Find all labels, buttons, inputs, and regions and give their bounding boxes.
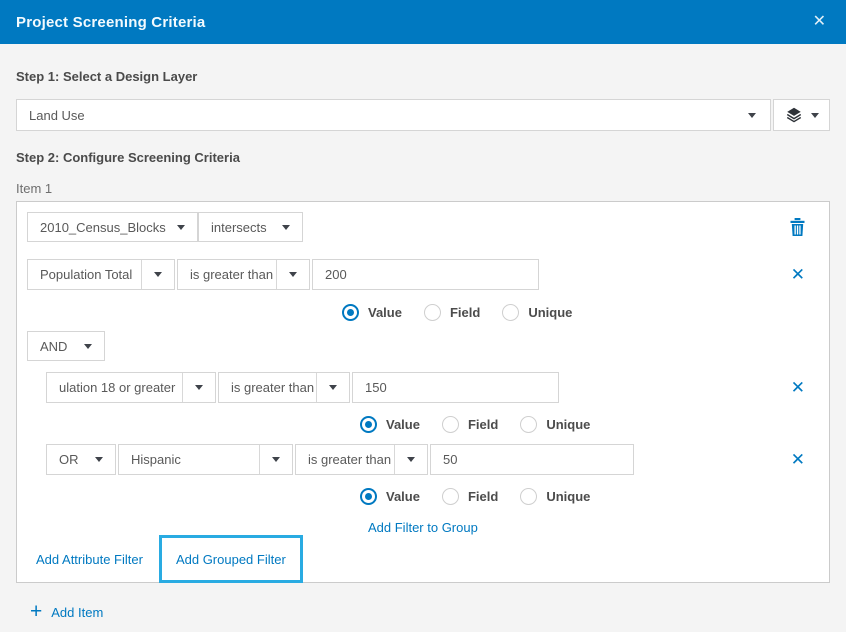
filter1-operator-select[interactable]: is greater than [177, 259, 310, 290]
chevron-down-icon [154, 272, 162, 277]
radio-field[interactable] [424, 304, 441, 321]
dialog-title: Project Screening Criteria [16, 14, 205, 31]
radio-field-label: Field [450, 305, 480, 320]
grouped-filter1-value-input[interactable] [352, 372, 559, 403]
grouped-filter2-logic-select[interactable]: OR [46, 444, 116, 475]
chevron-down-icon [195, 385, 203, 390]
grouped-filter1-row: ulation 18 or greater is greater than ✕ [27, 372, 819, 403]
grouped-filter2-field-select[interactable]: Hispanic [118, 444, 293, 475]
chevron-down-icon [811, 113, 819, 118]
delete-item-button[interactable] [790, 218, 805, 236]
radio-value[interactable] [360, 488, 377, 505]
grouped-filter2-logic-value: OR [47, 452, 95, 467]
remove-filter1-button[interactable]: ✕ [791, 266, 805, 283]
radio-unique-label: Unique [546, 489, 590, 504]
radio-field[interactable] [442, 416, 459, 433]
add-item-link[interactable]: Add Item [51, 605, 103, 620]
group-logic-row: AND [27, 331, 819, 361]
chevron-down-icon [329, 385, 337, 390]
layer-list-button[interactable] [773, 99, 830, 131]
grouped-filter2-operator-select[interactable]: is greater than [295, 444, 428, 475]
grouped-filter1-field-value: ulation 18 or greater [47, 380, 182, 395]
chevron-down-icon [748, 113, 756, 118]
step2-label: Step 2: Configure Screening Criteria [16, 150, 830, 165]
grouped-filter1-operator-value: is greater than [219, 380, 316, 395]
grouped-filter2-row: OR Hispanic is greater than ✕ [27, 444, 819, 475]
add-filter-to-group-row: Add Filter to Group [368, 519, 819, 535]
filter-actions-row: Add Attribute Filter Add Grouped Filter [27, 535, 819, 583]
filter1-operator-value: is greater than [178, 267, 276, 282]
radio-unique[interactable] [520, 416, 537, 433]
add-attribute-filter-link[interactable]: Add Attribute Filter [36, 552, 143, 567]
filter1-value-type-group: Value Field Unique [342, 303, 819, 321]
dialog-header: Project Screening Criteria ✕ [0, 0, 846, 44]
attribute-filter-row: Population Total is greater than ✕ [27, 259, 819, 290]
chevron-down-icon [289, 272, 297, 277]
grouped-filter1-operator-select[interactable]: is greater than [218, 372, 350, 403]
radio-value-label: Value [368, 305, 402, 320]
design-layer-select[interactable]: Land Use [16, 99, 771, 131]
tutorial-highlight-box: Add Grouped Filter [159, 535, 303, 583]
dialog-body: Step 1: Select a Design Layer Land Use S… [0, 69, 846, 620]
layer-operator-row: 2010_Census_Blocks intersects [27, 212, 819, 242]
group-logic-value: AND [28, 339, 84, 354]
trash-icon [790, 218, 805, 236]
step1-label: Step 1: Select a Design Layer [16, 69, 830, 84]
design-layer-value: Land Use [17, 108, 748, 123]
add-item-row: + Add Item [16, 604, 830, 620]
radio-value[interactable] [342, 304, 359, 321]
radio-field-label: Field [468, 489, 498, 504]
grouped-filter1-field-select[interactable]: ulation 18 or greater [46, 372, 216, 403]
radio-unique[interactable] [520, 488, 537, 505]
chevron-down-icon [272, 457, 280, 462]
chevron-down-icon [95, 457, 103, 462]
chevron-down-icon [84, 344, 92, 349]
plus-icon: + [30, 604, 42, 620]
radio-value[interactable] [360, 416, 377, 433]
filter1-field-value: Population Total [28, 267, 141, 282]
add-grouped-filter-link[interactable]: Add Grouped Filter [176, 552, 286, 567]
target-layer-value: 2010_Census_Blocks [28, 220, 177, 235]
remove-grouped-filter1-button[interactable]: ✕ [791, 379, 805, 396]
grouped-filter2-field-value: Hispanic [119, 452, 259, 467]
chevron-down-icon [407, 457, 415, 462]
close-icon[interactable]: ✕ [809, 12, 830, 32]
layers-icon [785, 106, 803, 124]
grouped-filter2-value-type-group: Value Field Unique [360, 487, 819, 505]
filter1-field-select[interactable]: Population Total [27, 259, 175, 290]
design-layer-row: Land Use [16, 99, 830, 131]
group-logic-select[interactable]: AND [27, 331, 105, 361]
item-panel: 2010_Census_Blocks intersects [16, 201, 830, 583]
target-layer-select[interactable]: 2010_Census_Blocks [27, 212, 198, 242]
radio-value-label: Value [386, 489, 420, 504]
radio-unique[interactable] [502, 304, 519, 321]
radio-field-label: Field [468, 417, 498, 432]
radio-field[interactable] [442, 488, 459, 505]
spatial-operator-value: intersects [199, 220, 282, 235]
add-filter-to-group-link[interactable]: Add Filter to Group [368, 520, 478, 535]
grouped-filter1-value-type-group: Value Field Unique [360, 415, 819, 433]
radio-unique-label: Unique [546, 417, 590, 432]
radio-value-label: Value [386, 417, 420, 432]
filter1-value-input[interactable] [312, 259, 539, 290]
grouped-filter2-value-input[interactable] [430, 444, 634, 475]
spatial-operator-select[interactable]: intersects [198, 212, 303, 242]
item-label: Item 1 [16, 181, 830, 196]
radio-unique-label: Unique [528, 305, 572, 320]
project-screening-criteria-dialog: Project Screening Criteria ✕ Step 1: Sel… [0, 0, 846, 632]
chevron-down-icon [177, 225, 185, 230]
grouped-filter2-operator-value: is greater than [296, 452, 394, 467]
remove-grouped-filter2-button[interactable]: ✕ [791, 451, 805, 468]
chevron-down-icon [282, 225, 290, 230]
